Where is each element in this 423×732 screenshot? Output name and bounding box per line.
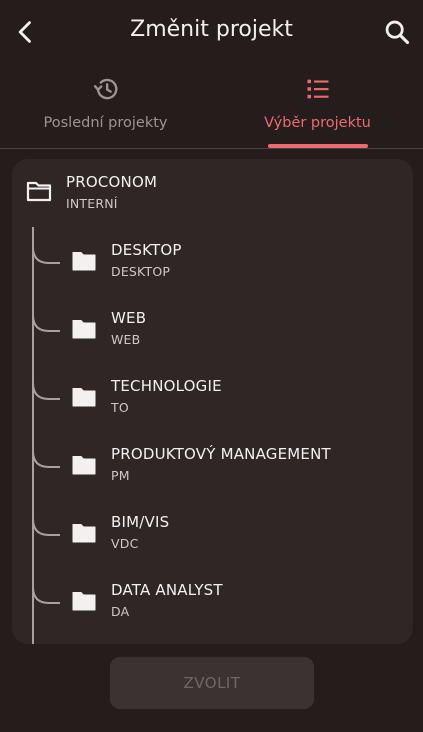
history-icon [93,78,117,100]
project-code: PM [111,468,130,483]
tree-child-item[interactable]: TECHNOLOGIE TO [12,363,413,431]
active-tab-indicator [268,144,368,148]
project-name: PROCONOM [66,173,158,191]
tab-label: Poslední projekty [43,115,168,131]
tree-branch-connector [32,377,60,400]
project-code: TO [111,400,129,415]
project-tree: PROCONOM INTERNÍ DESKTOP DESKTOP WEB WEB… [12,159,413,644]
tree-child-item[interactable]: DATA ANALYST DA [12,567,413,635]
project-code: VDC [111,536,139,551]
tree-child-item[interactable]: DESKTOP DESKTOP [12,227,413,295]
tree-child-item[interactable]: WEB WEB [12,295,413,363]
tree-branch-connector [32,581,60,604]
tree-child-item[interactable]: PRODUKTOVÝ MANAGEMENT PM [12,431,413,499]
tree-root-item[interactable]: PROCONOM INTERNÍ [12,159,413,225]
folder-icon [72,456,96,475]
list-icon [307,79,328,99]
project-name: BIM/VIS [111,513,170,531]
project-name: DATA ANALYST [111,581,223,599]
project-code: INTERNÍ [66,196,118,211]
tab-recent-projects[interactable]: Poslední projekty [0,64,211,148]
tab-label: Výběr projektu [264,115,371,131]
tree-child-item[interactable]: BIM/VIS VDC [12,499,413,567]
app-header: Změnit projekt [0,0,423,64]
tab-project-selection[interactable]: Výběr projektu [212,64,423,148]
tree-branch-connector [32,445,60,468]
folder-outline-icon [26,181,52,202]
folder-icon [72,524,96,543]
folder-icon [72,252,96,271]
folder-icon [72,320,96,339]
tree-branch-connector [32,309,60,332]
project-name: DESKTOP [111,241,182,259]
project-name: PRODUKTOVÝ MANAGEMENT [111,445,331,463]
submit-button[interactable]: ZVOLIT [110,657,314,709]
folder-icon [72,388,96,407]
project-name: WEB [111,309,147,327]
project-name: TECHNOLOGIE [111,377,222,395]
page-title: Změnit projekt [130,17,293,42]
tree-branch-connector [32,513,60,536]
tab-bar: Poslední projekty Výběr projektu [0,64,423,149]
project-code: DESKTOP [111,264,171,279]
project-code: WEB [111,332,141,347]
search-icon[interactable] [383,18,411,46]
tree-branch-connector [32,241,60,264]
folder-icon [72,592,96,611]
project-code: DA [111,604,130,619]
